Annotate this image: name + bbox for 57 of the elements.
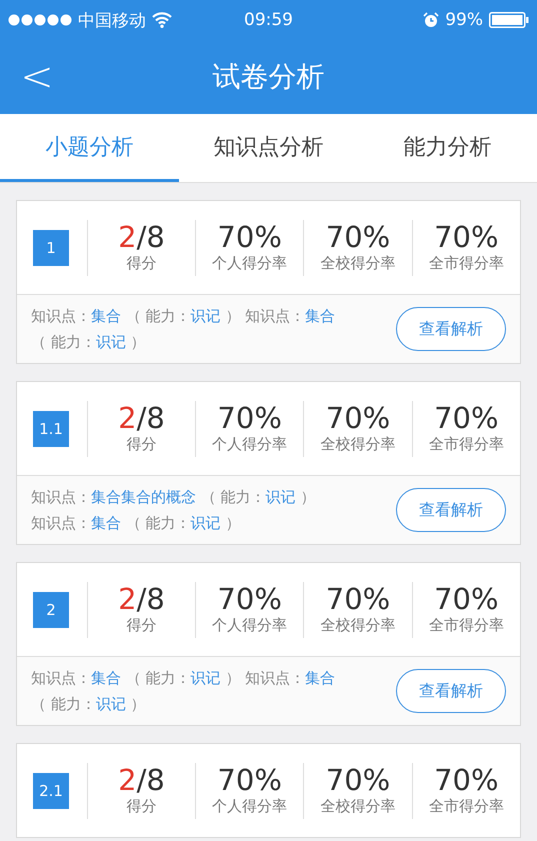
rate-value: 70% xyxy=(434,765,499,797)
score-value: 2/8 xyxy=(118,765,165,797)
knowledge-text: 知识点：集合 （ 能力：识记 ） 知识点：集合 xyxy=(31,668,336,689)
knowledge-text: （ 能力：识记 ） xyxy=(31,332,146,353)
rate-label: 个人得分率 xyxy=(212,796,288,816)
score-value: 2/8 xyxy=(118,222,165,254)
rate-value: 70% xyxy=(326,584,390,616)
rate-value: 70% xyxy=(326,403,390,435)
rate-label: 全校得分率 xyxy=(320,434,396,454)
score-label: 得分 xyxy=(126,796,156,816)
battery-icon xyxy=(489,12,529,28)
alarm-icon xyxy=(423,12,440,28)
knowledge-text: 知识点：集合 （ 能力：识记 ） xyxy=(31,513,240,534)
view-analysis-button[interactable]: 查看解析 xyxy=(396,488,506,532)
question-number: 1.1 xyxy=(33,410,69,446)
score-label: 得分 xyxy=(126,616,156,635)
rate-label: 个人得分率 xyxy=(212,616,288,635)
rate-label: 全市得分率 xyxy=(428,434,504,454)
knowledge-text: （ 能力：识记 ） xyxy=(31,694,146,715)
carrier-name: 中国移动 xyxy=(78,10,146,32)
rate-value: 70% xyxy=(326,222,390,254)
rate-value: 70% xyxy=(434,584,499,616)
question-number: 1 xyxy=(33,230,69,266)
rate-label: 全校得分率 xyxy=(320,616,396,635)
question-number: 2 xyxy=(33,592,69,628)
battery-percent: 99% xyxy=(445,10,483,30)
rate-label: 全校得分率 xyxy=(320,796,396,816)
tab[interactable]: 知识点分析 xyxy=(179,114,358,182)
rate-value: 70% xyxy=(326,765,390,797)
rate-label: 全市得分率 xyxy=(428,254,504,273)
score-label: 得分 xyxy=(126,434,156,454)
question-number: 2.1 xyxy=(33,772,69,808)
rate-value: 70% xyxy=(217,584,282,616)
rate-label: 全市得分率 xyxy=(428,616,504,635)
view-analysis-button[interactable]: 查看解析 xyxy=(396,307,506,351)
signal-icon xyxy=(8,14,72,26)
rate-label: 全市得分率 xyxy=(428,796,504,816)
score-value: 2/8 xyxy=(118,584,165,616)
rate-value: 70% xyxy=(434,222,499,254)
rate-value: 70% xyxy=(217,403,282,435)
wifi-icon xyxy=(152,12,172,28)
view-analysis-button[interactable]: 查看解析 xyxy=(396,669,506,713)
rate-value: 70% xyxy=(217,765,282,797)
back-button[interactable]: < xyxy=(0,57,60,97)
rate-value: 70% xyxy=(434,403,499,435)
rate-value: 70% xyxy=(217,222,282,254)
tab[interactable]: 能力分析 xyxy=(358,114,537,182)
tab[interactable]: 小题分析 xyxy=(0,114,179,182)
score-label: 得分 xyxy=(126,254,156,273)
page-title: 试卷分析 xyxy=(212,59,326,95)
clock-time: 09:59 xyxy=(244,10,293,30)
knowledge-text: 知识点：集合 （ 能力：识记 ） 知识点：集合 xyxy=(31,306,336,327)
score-value: 2/8 xyxy=(118,403,165,435)
rate-label: 全校得分率 xyxy=(320,254,396,273)
rate-label: 个人得分率 xyxy=(212,254,288,273)
knowledge-text: 知识点：集合集合的概念 （ 能力：识记 ） xyxy=(31,487,316,508)
rate-label: 个人得分率 xyxy=(212,434,288,454)
